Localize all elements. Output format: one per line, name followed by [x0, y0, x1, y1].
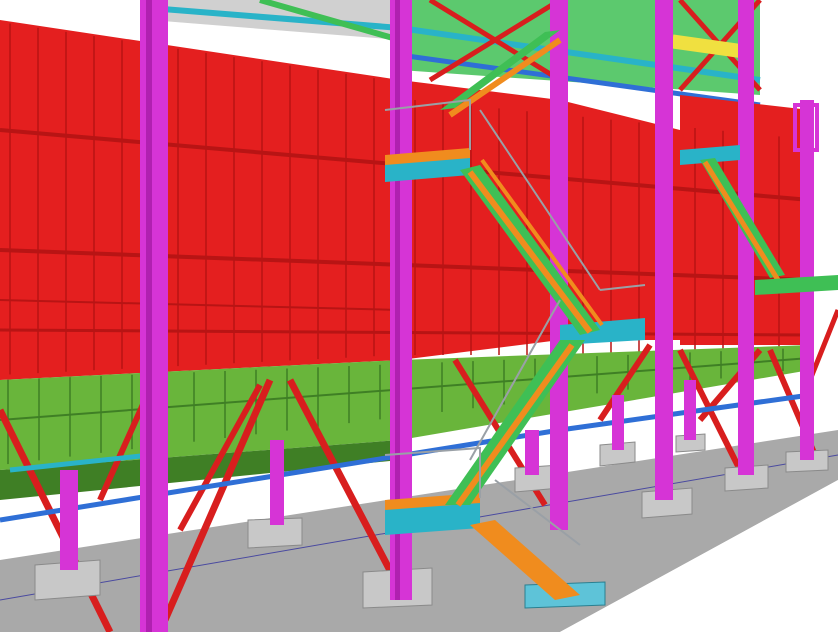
column-short-2 — [270, 440, 284, 525]
column-short-4 — [612, 395, 624, 450]
column-short-1 — [60, 470, 78, 570]
brace-h1 — [807, 309, 838, 381]
column-1-flange — [146, 0, 152, 632]
cladding-mid-panel — [400, 80, 560, 360]
column-1 — [140, 0, 168, 632]
column-4 — [655, 0, 673, 500]
column-short-3 — [525, 430, 539, 475]
steel-structure-render — [0, 0, 838, 632]
model-viewport — [0, 0, 838, 632]
column-short-5 — [684, 380, 696, 440]
cladding-left-panel — [0, 20, 400, 380]
